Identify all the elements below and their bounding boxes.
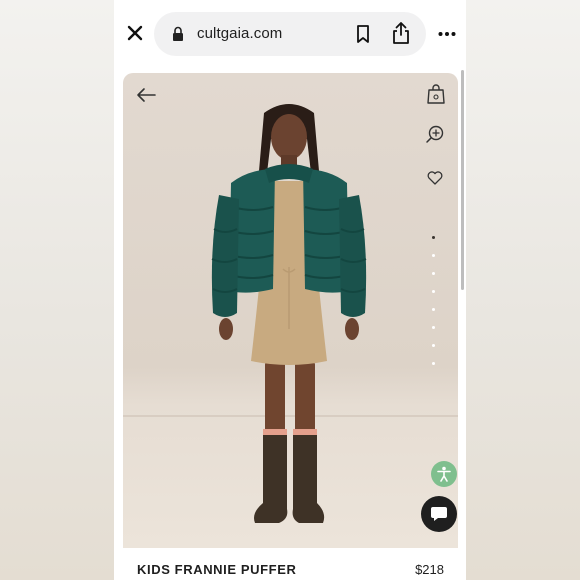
pagination-dot[interactable] [431,236,435,239]
pagination-dot[interactable] [431,362,435,365]
pagination-dot[interactable] [431,290,435,293]
background-right [466,0,580,580]
arrow-left-icon[interactable] [135,85,157,105]
pagination-dot[interactable] [431,344,435,347]
zoom-in-icon[interactable] [425,124,445,144]
more-horizontal-icon[interactable] [434,24,460,44]
address-bar[interactable]: cultgaia.com [154,12,426,56]
url-text: cultgaia.com [197,25,283,42]
heart-icon[interactable] [427,171,443,185]
image-pagination-dots [430,236,436,386]
product-price: $218 [415,562,444,577]
accessibility-icon[interactable] [431,461,457,487]
chat-icon[interactable] [421,496,457,532]
share-icon[interactable] [390,21,412,45]
lock-icon [173,26,183,41]
product-name: KIDS FRANNIE PUFFER [137,562,297,577]
phone-screen: cultgaia.com KIDS FRANNIE PUFFER $218 [114,0,466,580]
pagination-dot[interactable] [431,308,435,311]
browser-toolbar: cultgaia.com [114,0,466,68]
pagination-dot[interactable] [431,272,435,275]
pagination-dot[interactable] [431,326,435,329]
page-scrollbar[interactable] [461,70,464,290]
product-info-bar: KIDS FRANNIE PUFFER $218 [114,548,466,580]
bookmark-icon[interactable] [352,23,374,45]
background-left [0,0,114,580]
pagination-dot[interactable] [431,254,435,257]
shopping-bag-icon[interactable] [426,83,446,105]
product-photo [211,104,367,523]
product-image-gallery[interactable] [123,73,458,548]
close-icon[interactable] [122,20,148,46]
